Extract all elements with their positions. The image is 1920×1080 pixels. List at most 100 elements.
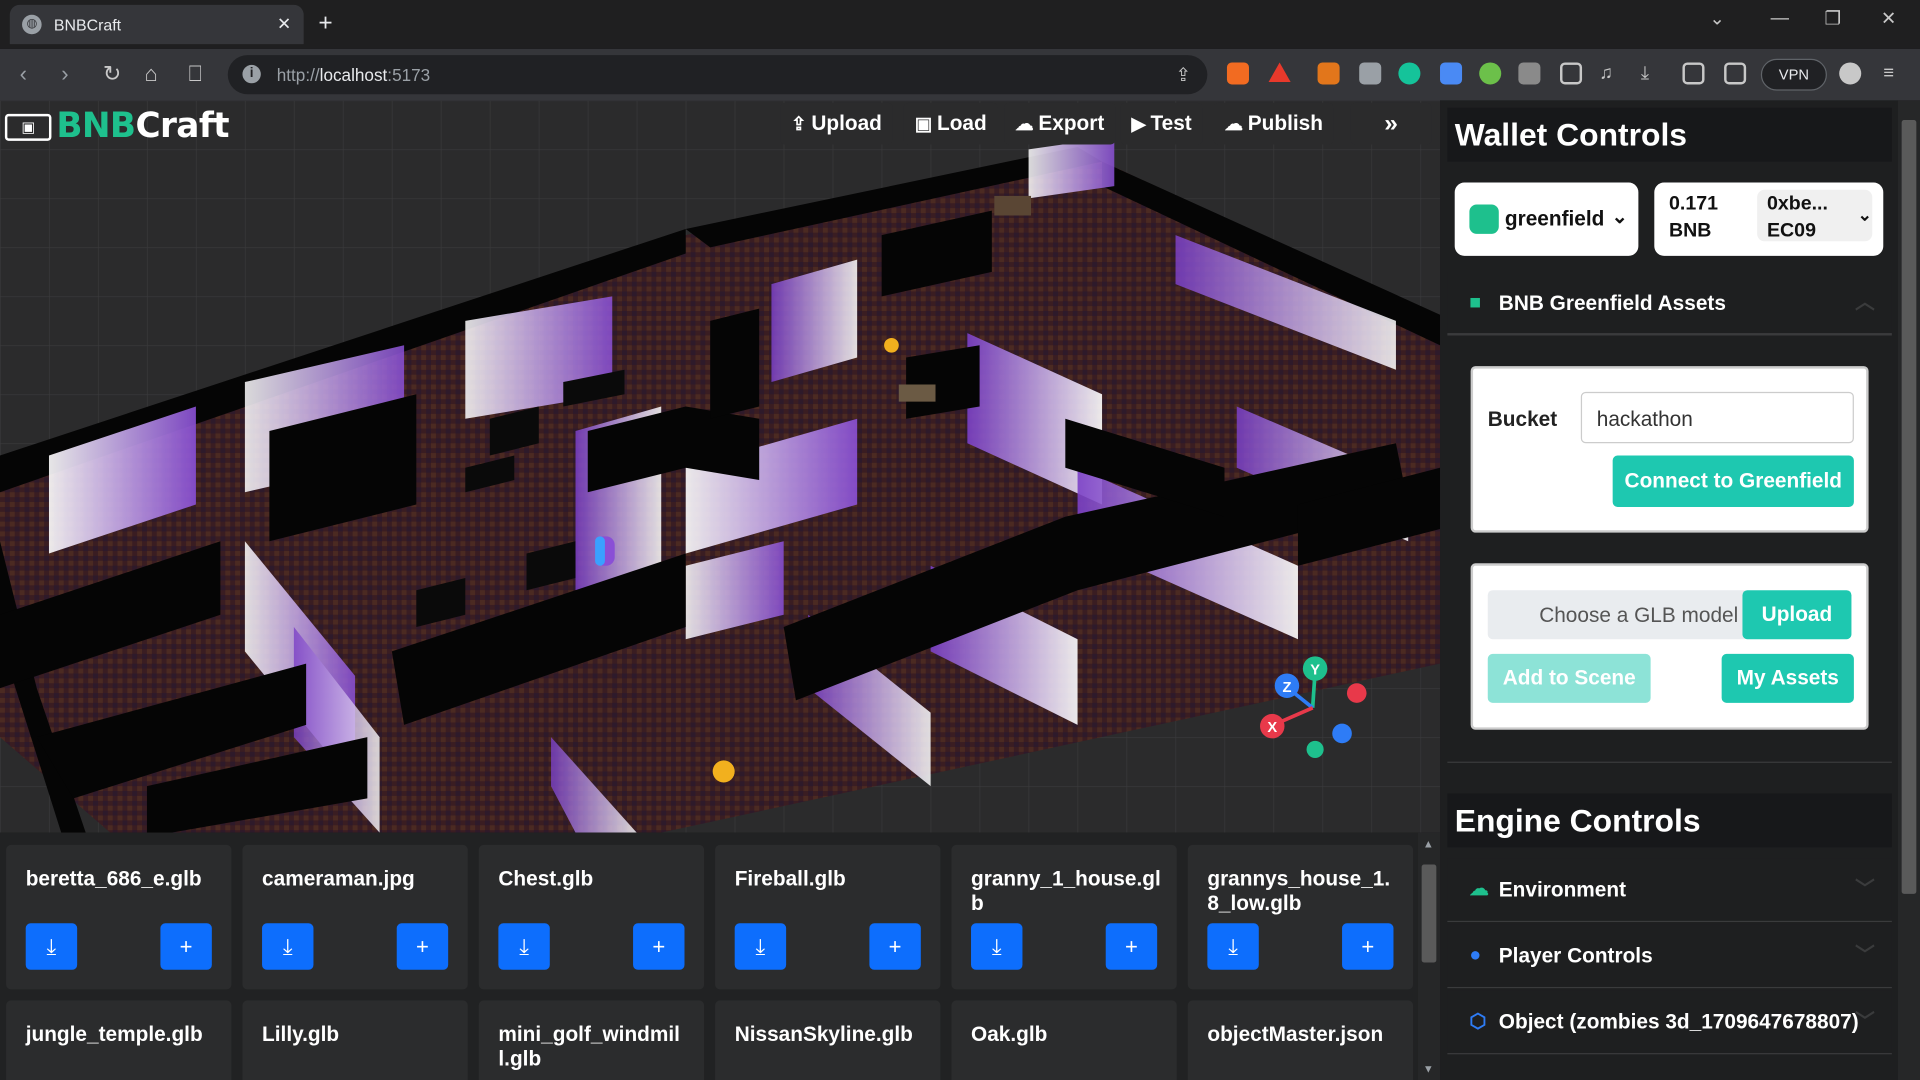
close-tab-icon[interactable]: ✕ bbox=[277, 13, 291, 34]
object-accordion[interactable]: ⬡ Object (zombies 3d_1709647678807) ﹀ bbox=[1447, 990, 1892, 1055]
asset-name: objectMaster.json bbox=[1207, 1022, 1384, 1046]
balance-unit: BNB bbox=[1668, 220, 1712, 242]
address-line-2: EC09 bbox=[1766, 220, 1816, 242]
environment-accordion[interactable]: ☁ Environment ﹀ bbox=[1447, 858, 1892, 923]
scene-render[interactable]: Y Z X bbox=[0, 100, 1441, 833]
cloud-icon: ☁ bbox=[1469, 879, 1489, 901]
download-icon: ⤓ bbox=[282, 934, 293, 959]
chevron-down-icon: ﹀ bbox=[1855, 1011, 1875, 1033]
my-assets-button[interactable]: My Assets bbox=[1721, 653, 1854, 703]
translate-icon[interactable] bbox=[1440, 62, 1463, 85]
network-selector[interactable]: greenfield ⌄ bbox=[1454, 182, 1639, 256]
download-button[interactable]: ⤓ bbox=[262, 923, 314, 970]
scene-viewport[interactable]: Y Z X ▣ BNBCraft ⇪ Upload ▣ Load ☁ Export ▶ T… bbox=[0, 100, 1441, 833]
download-icon[interactable]: ⤓ bbox=[1641, 62, 1663, 84]
site-info-icon[interactable]: i bbox=[242, 64, 261, 84]
publish-button[interactable]: ☁ Publish bbox=[1213, 102, 1334, 145]
add-asset-button[interactable]: + bbox=[1105, 923, 1158, 970]
puzzle-extension-icon[interactable] bbox=[1518, 62, 1541, 85]
asset-card: objectMaster.json bbox=[1187, 1000, 1414, 1080]
sidebar-icon[interactable] bbox=[1682, 62, 1705, 85]
scrollbar-thumb[interactable] bbox=[1421, 864, 1437, 963]
greenfield-assets-accordion[interactable]: ■ BNB Greenfield Assets ︿ bbox=[1447, 271, 1892, 336]
profile-icon[interactable] bbox=[1839, 62, 1862, 85]
reload-icon[interactable]: ↻ bbox=[103, 61, 121, 87]
minimize-icon[interactable]: — bbox=[1771, 7, 1789, 28]
export-button[interactable]: ☁ Export bbox=[1004, 102, 1116, 145]
asset-card: Lilly.glb bbox=[242, 1000, 468, 1080]
network-name: greenfield bbox=[1504, 206, 1605, 231]
fireball-object[interactable] bbox=[712, 760, 735, 783]
file-input[interactable]: Choose a GLB model bbox=[1487, 590, 1745, 640]
player-controls-label: Player Controls bbox=[1498, 944, 1653, 968]
plus-icon: + bbox=[1124, 934, 1138, 959]
share-icon[interactable]: ⇪ bbox=[1176, 64, 1191, 86]
forward-icon[interactable]: › bbox=[61, 61, 68, 87]
double-chevron-right-icon: » bbox=[1384, 110, 1398, 138]
download-button[interactable]: ⤓ bbox=[498, 923, 550, 970]
address-bar[interactable]: i http://localhost:5173 ⇪ bbox=[227, 55, 1208, 95]
restore-icon[interactable]: ❐ bbox=[1825, 7, 1841, 30]
bookmark-icon[interactable]: ⎕ bbox=[189, 61, 202, 87]
add-to-scene-button[interactable]: Add to Scene bbox=[1487, 653, 1651, 703]
app-logo: ▣ BNBCraft bbox=[4, 105, 230, 146]
brave-rewards-icon[interactable] bbox=[1268, 62, 1291, 83]
add-asset-button[interactable]: + bbox=[1342, 923, 1394, 970]
bucket-input[interactable]: hackathon bbox=[1580, 391, 1854, 444]
connect-greenfield-button[interactable]: Connect to Greenfield bbox=[1612, 455, 1854, 507]
fireball-object[interactable] bbox=[884, 337, 899, 353]
asset-scrollbar[interactable]: ▲ ▼ bbox=[1417, 832, 1441, 1080]
logo-icon: ▣ bbox=[4, 113, 52, 141]
scroll-down-icon[interactable]: ▼ bbox=[1423, 1063, 1434, 1075]
browser-tab[interactable]: ◍ BNBCraft ✕ bbox=[9, 4, 304, 45]
environment-label: Environment bbox=[1498, 877, 1627, 902]
cube-icon: ⬡ bbox=[1469, 1011, 1487, 1033]
new-tab-icon[interactable]: + bbox=[318, 10, 332, 38]
music-icon[interactable]: ♫ bbox=[1599, 62, 1621, 84]
cloud-upload-icon: ☁ bbox=[1224, 113, 1243, 135]
greenfield-section-title: BNB Greenfield Assets bbox=[1498, 291, 1726, 315]
brave-shield-icon[interactable] bbox=[1226, 62, 1249, 85]
test-button[interactable]: ▶ Test bbox=[1120, 102, 1203, 145]
download-button[interactable]: ⤓ bbox=[734, 923, 787, 970]
upload-button[interactable]: ⇪ Upload bbox=[780, 102, 893, 145]
chest-object[interactable] bbox=[898, 384, 936, 402]
asset-card: jungle_temple.glb bbox=[6, 1000, 232, 1080]
collapse-panel-button[interactable]: » bbox=[1350, 102, 1432, 145]
asset-name: grannys_house_1.8_low.glb bbox=[1207, 866, 1391, 915]
player-controls-accordion[interactable]: ● Player Controls ﹀ bbox=[1447, 924, 1892, 989]
tab-search-icon[interactable]: ⌄ bbox=[1709, 7, 1724, 30]
chevron-down-icon: ⌄ bbox=[1611, 206, 1628, 228]
scrollbar-thumb[interactable] bbox=[1901, 120, 1917, 894]
asset-card: Oak.glb bbox=[951, 1000, 1177, 1080]
chest-object[interactable] bbox=[994, 195, 1032, 216]
extensions-icon[interactable] bbox=[1560, 62, 1583, 85]
menu-icon[interactable]: ≡ bbox=[1883, 62, 1905, 84]
download-icon: ⤓ bbox=[46, 934, 57, 959]
back-icon[interactable]: ‹ bbox=[20, 61, 27, 87]
load-button[interactable]: ▣ Load bbox=[903, 102, 998, 145]
download-button[interactable]: ⤓ bbox=[1207, 923, 1259, 970]
add-asset-button[interactable]: + bbox=[396, 923, 449, 970]
asset-library: beretta_686_e.glb ⤓ + cameraman.jpg ⤓ + … bbox=[0, 832, 1441, 1080]
add-extension-icon[interactable] bbox=[1479, 62, 1502, 85]
grammarly-icon[interactable] bbox=[1398, 62, 1421, 85]
account-selector[interactable]: 0.171 BNB 0xbe... EC09 ⌄ bbox=[1654, 182, 1884, 256]
add-asset-button[interactable]: + bbox=[869, 923, 921, 970]
panel-scrollbar[interactable] bbox=[1897, 100, 1920, 1080]
scroll-up-icon[interactable]: ▲ bbox=[1423, 838, 1434, 850]
asset-card: grannys_house_1.8_low.glb ⤓ + bbox=[1187, 844, 1414, 990]
vpn-button[interactable]: VPN bbox=[1760, 58, 1827, 91]
download-button[interactable]: ⤓ bbox=[971, 923, 1023, 970]
home-icon[interactable]: ⌂ bbox=[144, 61, 157, 87]
add-asset-button[interactable]: + bbox=[633, 923, 685, 970]
close-window-icon[interactable]: ✕ bbox=[1881, 7, 1896, 30]
person-icon: ● bbox=[1469, 945, 1482, 967]
download-button[interactable]: ⤓ bbox=[25, 923, 78, 970]
upload-glb-button[interactable]: Upload bbox=[1742, 590, 1852, 640]
wallet-icon[interactable] bbox=[1724, 62, 1747, 85]
axis-x-label: X bbox=[1267, 720, 1277, 736]
camera-icon[interactable] bbox=[1359, 62, 1382, 85]
add-asset-button[interactable]: + bbox=[160, 923, 212, 970]
metamask-icon[interactable] bbox=[1317, 62, 1340, 85]
